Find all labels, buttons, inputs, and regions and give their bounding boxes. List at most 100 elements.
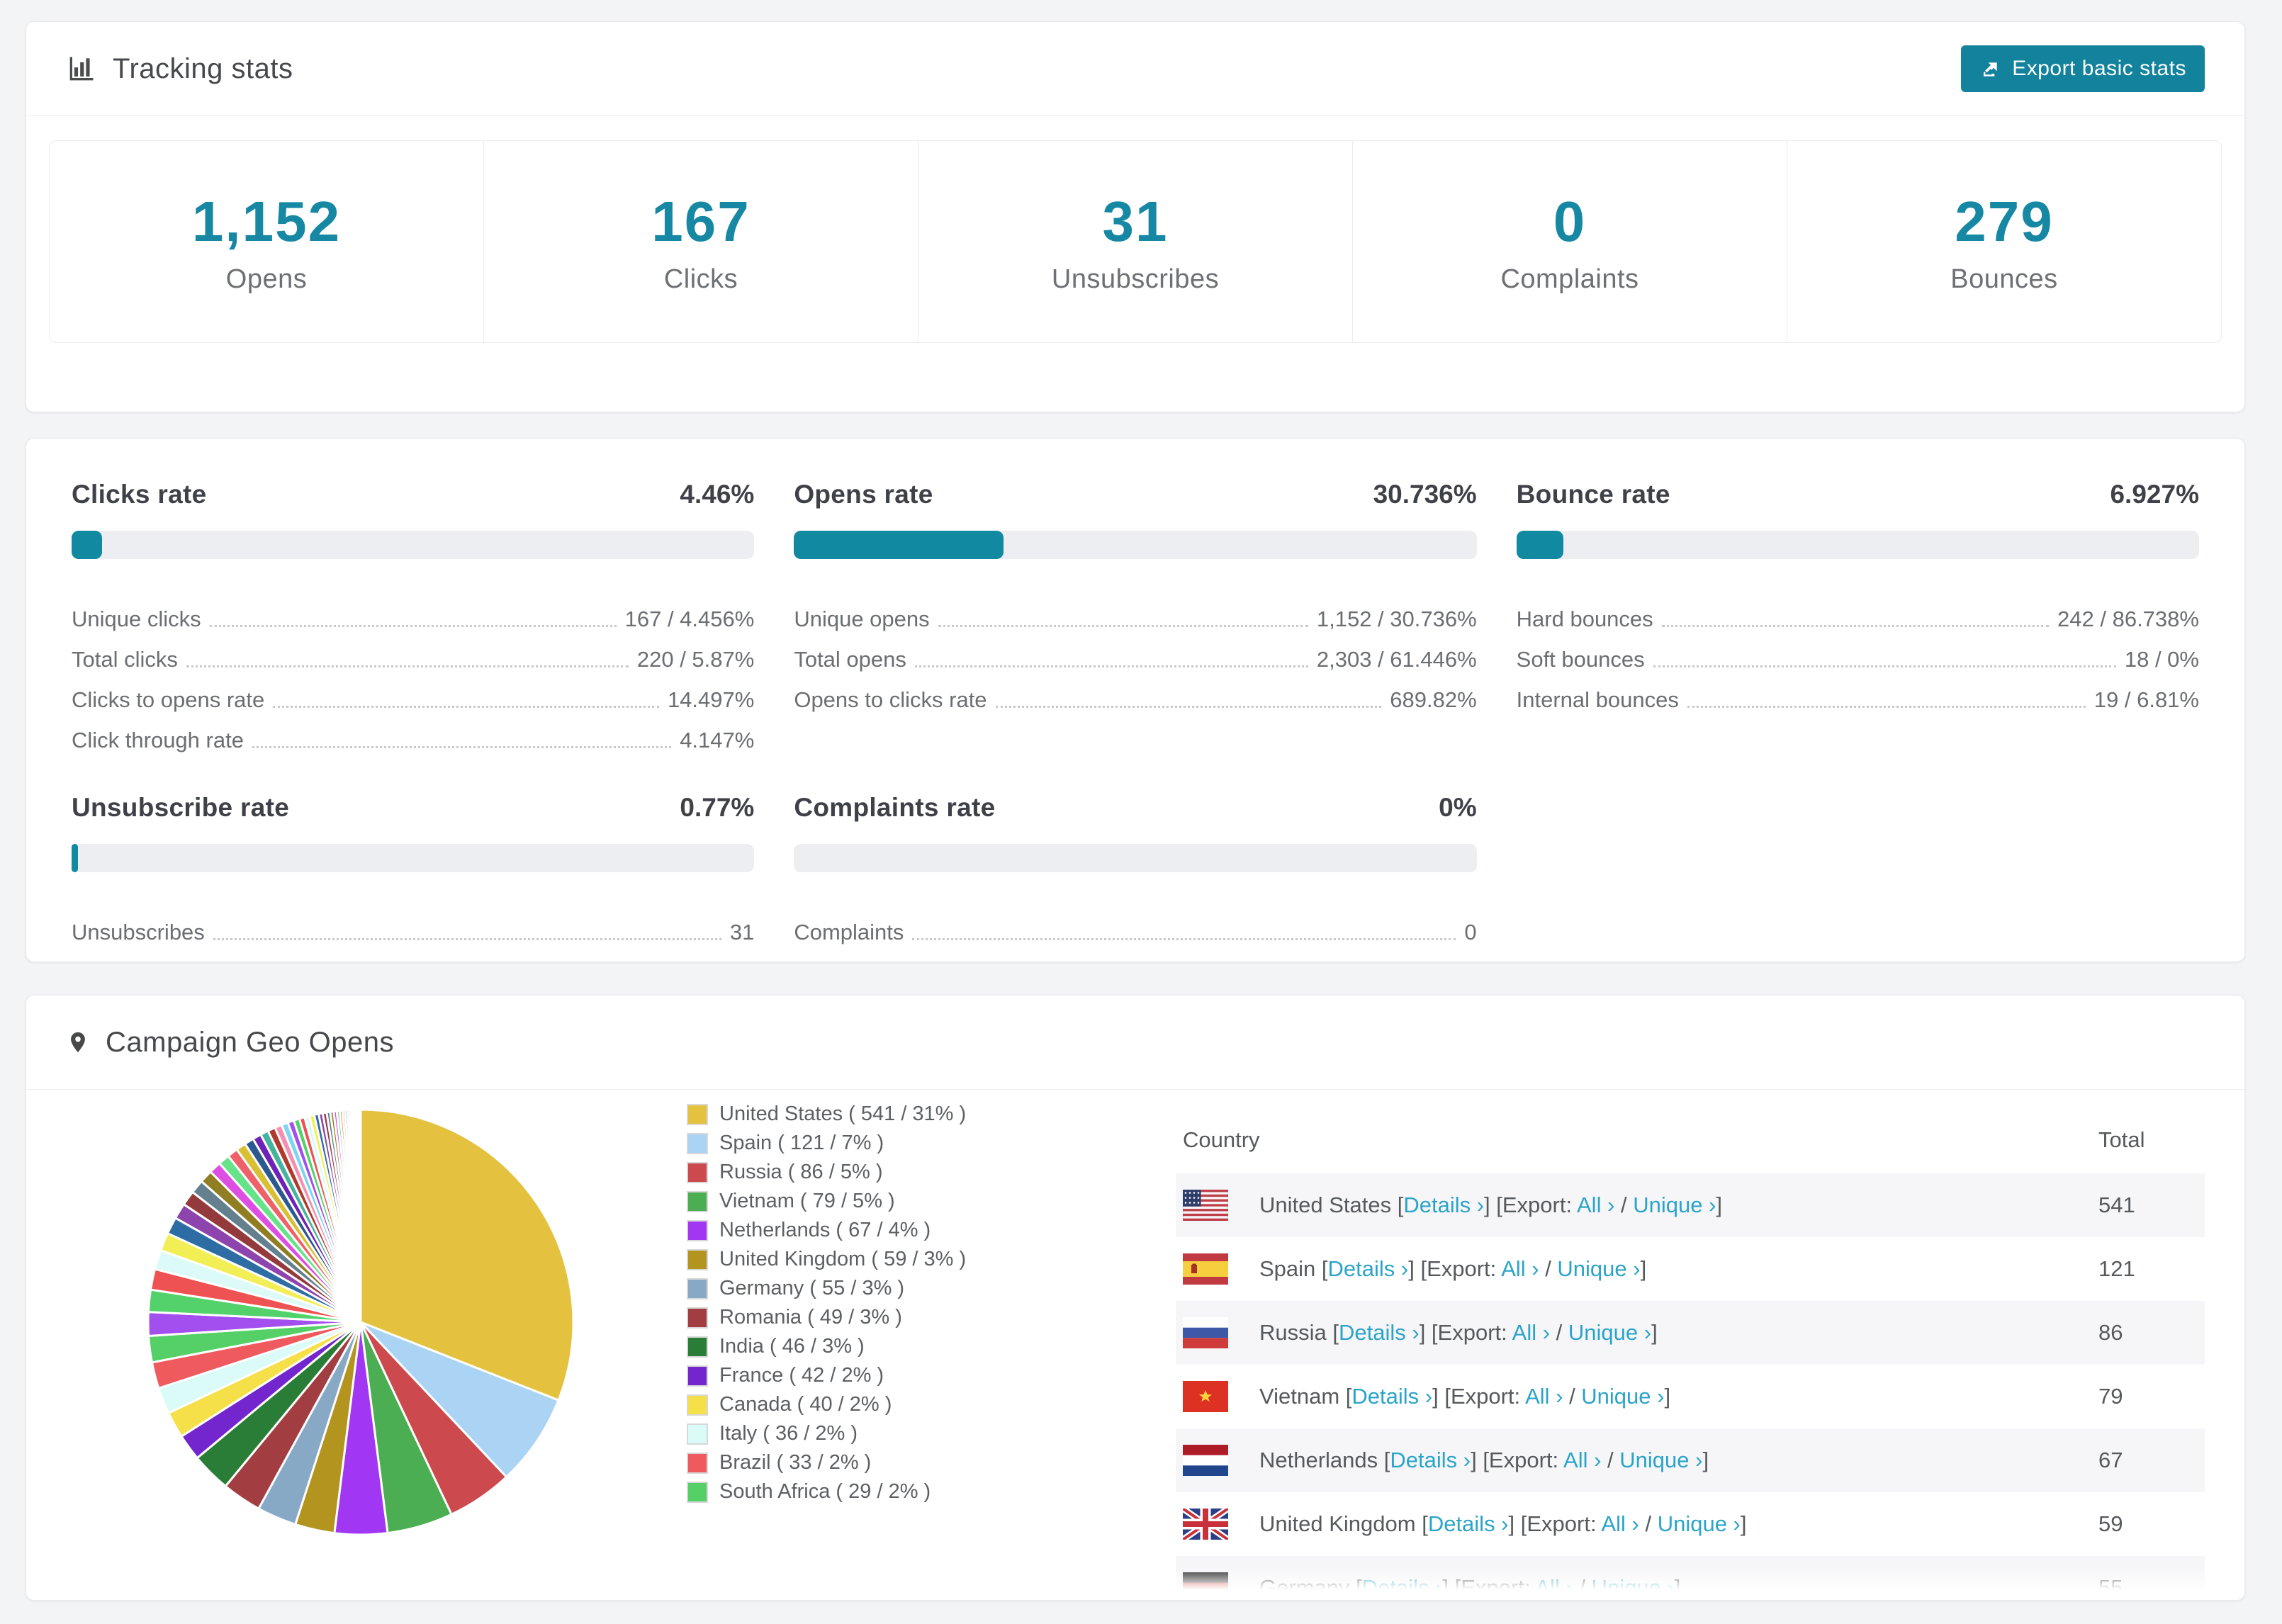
detail-value: 689.82% bbox=[1390, 687, 1477, 712]
export-all-link[interactable]: All › bbox=[1512, 1320, 1550, 1345]
legend-item-romania[interactable]: Romania ( 49 / 3% ) bbox=[687, 1303, 1020, 1332]
legend-item-netherlands[interactable]: Netherlands ( 67 / 4% ) bbox=[687, 1216, 1020, 1245]
export-icon bbox=[1984, 62, 1997, 77]
legend-label: India ( 46 / 3% ) bbox=[719, 1335, 865, 1358]
details-link[interactable]: Details › bbox=[1362, 1575, 1443, 1600]
total-cell: 55 bbox=[2098, 1575, 2123, 1600]
export-basic-stats-button[interactable]: Export basic stats bbox=[1961, 45, 2205, 92]
legend-item-united-kingdom[interactable]: United Kingdom ( 59 / 3% ) bbox=[687, 1245, 1020, 1274]
legend-label: France ( 42 / 2% ) bbox=[719, 1364, 884, 1387]
legend-swatch bbox=[687, 1452, 708, 1474]
stat-value: 279 bbox=[1955, 189, 2054, 253]
rate-detail-row: Unsubscribes 31 bbox=[72, 905, 754, 945]
gb-flag-icon bbox=[1183, 1509, 1228, 1540]
details-link[interactable]: Details › bbox=[1428, 1511, 1509, 1536]
country-cell: Vietnam [Details ›] [Export: All › / Uni… bbox=[1183, 1381, 2098, 1412]
rate-title: Opens rate bbox=[794, 480, 933, 509]
rate-detail-row: Total opens 2,303 / 61.446% bbox=[794, 632, 1476, 672]
rate-progress-fill bbox=[72, 844, 78, 872]
vn-flag-icon bbox=[1183, 1381, 1228, 1412]
export-unique-link[interactable]: Unique › bbox=[1568, 1320, 1651, 1345]
dashboard-page: Tracking stats Export basic stats 1,152 O… bbox=[0, 0, 2282, 1601]
legend-swatch bbox=[687, 1161, 708, 1183]
details-link[interactable]: Details › bbox=[1390, 1448, 1471, 1472]
export-all-link[interactable]: All › bbox=[1601, 1511, 1639, 1536]
rate-detail-row: Hard bounces 242 / 86.738% bbox=[1517, 592, 2199, 632]
legend-item-canada[interactable]: Canada ( 40 / 2% ) bbox=[687, 1390, 1020, 1419]
country-cell: Germany [Details ›] [Export: All › / Uni… bbox=[1183, 1572, 2098, 1600]
rate-block-unsubscribe-rate: Unsubscribe rate 0.77% Unsubscribes 31 bbox=[72, 793, 755, 945]
country-name: Spain bbox=[1259, 1256, 1316, 1281]
legend-item-italy[interactable]: Italy ( 36 / 2% ) bbox=[687, 1419, 1020, 1448]
geo-table-header: Country Total bbox=[1176, 1107, 2205, 1173]
country-cell: United Kingdom [Details ›] [Export: All … bbox=[1183, 1509, 2098, 1540]
export-all-link[interactable]: All › bbox=[1525, 1384, 1563, 1409]
tracking-stats-card: Tracking stats Export basic stats 1,152 O… bbox=[26, 21, 2245, 412]
detail-label: Total clicks bbox=[72, 647, 178, 672]
campaign-geo-opens-card: Campaign Geo Opens United States ( 541 /… bbox=[26, 995, 2245, 1601]
rate-value: 0.77% bbox=[680, 793, 755, 822]
export-all-link[interactable]: All › bbox=[1577, 1192, 1614, 1217]
legend-item-germany[interactable]: Germany ( 55 / 3% ) bbox=[687, 1274, 1020, 1303]
rate-block-opens-rate: Opens rate 30.736% Unique opens 1,152 / 30.… bbox=[794, 480, 1477, 753]
summary-tile-clicks: 167 Clicks bbox=[484, 141, 918, 342]
country-links: United Kingdom [Details ›] [Export: All … bbox=[1259, 1511, 1747, 1536]
legend-label: South Africa ( 29 / 2% ) bbox=[719, 1480, 931, 1503]
legend-item-vietnam[interactable]: Vietnam ( 79 / 5% ) bbox=[687, 1187, 1020, 1216]
rate-title: Complaints rate bbox=[794, 793, 996, 822]
export-unique-link[interactable]: Unique › bbox=[1557, 1256, 1640, 1281]
legend-label: Brazil ( 33 / 2% ) bbox=[719, 1451, 872, 1474]
legend-swatch bbox=[687, 1278, 708, 1299]
rate-block-complaints-rate: Complaints rate 0% Complaints 0 bbox=[794, 793, 1477, 945]
detail-label: Total opens bbox=[794, 647, 906, 672]
country-links: Spain [Details ›] [Export: All › / Uniqu… bbox=[1259, 1256, 1647, 1281]
export-all-link[interactable]: All › bbox=[1501, 1256, 1539, 1281]
rate-detail-row: Complaints 0 bbox=[794, 905, 1476, 945]
country-name: United Kingdom bbox=[1259, 1511, 1416, 1536]
rate-detail-row: Soft bounces 18 / 0% bbox=[1517, 632, 2199, 672]
export-all-link[interactable]: All › bbox=[1563, 1448, 1601, 1472]
detail-value: 2,303 / 61.446% bbox=[1316, 647, 1477, 672]
export-unique-link[interactable]: Unique › bbox=[1581, 1384, 1664, 1409]
rate-detail-row: Unique opens 1,152 / 30.736% bbox=[794, 592, 1476, 632]
legend-item-south-africa[interactable]: South Africa ( 29 / 2% ) bbox=[687, 1477, 1020, 1506]
rate-progress-bar bbox=[794, 844, 1477, 872]
geo-table-row-ru: Russia [Details ›] [Export: All › / Uniq… bbox=[1176, 1301, 2205, 1365]
legend-label: Italy ( 36 / 2% ) bbox=[719, 1422, 858, 1445]
legend-item-india[interactable]: India ( 46 / 3% ) bbox=[687, 1332, 1020, 1361]
legend-label: Netherlands ( 67 / 4% ) bbox=[719, 1219, 931, 1241]
export-unique-link[interactable]: Unique › bbox=[1592, 1575, 1675, 1600]
stat-value: 1,152 bbox=[191, 189, 342, 253]
export-unique-link[interactable]: Unique › bbox=[1633, 1192, 1716, 1217]
export-unique-link[interactable]: Unique › bbox=[1619, 1448, 1702, 1472]
detail-label: Internal bounces bbox=[1516, 687, 1679, 712]
details-link[interactable]: Details › bbox=[1403, 1192, 1484, 1217]
export-all-link[interactable]: All › bbox=[1535, 1575, 1573, 1600]
export-unique-link[interactable]: Unique › bbox=[1658, 1511, 1741, 1536]
country-column-header: Country bbox=[1183, 1127, 1260, 1152]
rate-progress-fill bbox=[1516, 531, 1564, 559]
legend-swatch bbox=[687, 1190, 708, 1212]
legend-swatch bbox=[687, 1132, 708, 1154]
country-links: Vietnam [Details ›] [Export: All › / Uni… bbox=[1259, 1384, 1671, 1409]
summary-tiles: 1,152 Opens 167 Clicks 31 Unsubscribes 0 Compla… bbox=[49, 140, 2222, 343]
rate-progress-bar bbox=[72, 844, 755, 872]
details-link[interactable]: Details › bbox=[1328, 1256, 1409, 1281]
legend-item-spain[interactable]: Spain ( 121 / 7% ) bbox=[687, 1129, 1020, 1158]
geo-table-row-nl: Netherlands [Details ›] [Export: All › /… bbox=[1176, 1428, 2205, 1492]
legend-item-russia[interactable]: Russia ( 86 / 5% ) bbox=[687, 1158, 1020, 1187]
summary-tile-opens: 1,152 Opens bbox=[50, 141, 484, 342]
details-link[interactable]: Details › bbox=[1351, 1384, 1432, 1409]
legend-item-united-states[interactable]: United States ( 541 / 31% ) bbox=[687, 1100, 1020, 1129]
dotted-leader bbox=[1687, 706, 2086, 708]
total-cell: 79 bbox=[2098, 1384, 2123, 1409]
legend-label: Germany ( 55 / 3% ) bbox=[719, 1277, 905, 1299]
detail-label: Hard bounces bbox=[1516, 607, 1653, 631]
geo-pie-chart bbox=[147, 1108, 575, 1536]
rate-progress-bar bbox=[794, 531, 1477, 559]
country-cell: Netherlands [Details ›] [Export: All › /… bbox=[1183, 1445, 2098, 1476]
legend-item-france[interactable]: France ( 42 / 2% ) bbox=[687, 1361, 1020, 1390]
legend-item-brazil[interactable]: Brazil ( 33 / 2% ) bbox=[687, 1448, 1020, 1477]
details-link[interactable]: Details › bbox=[1339, 1320, 1420, 1345]
total-cell: 121 bbox=[2098, 1256, 2135, 1281]
